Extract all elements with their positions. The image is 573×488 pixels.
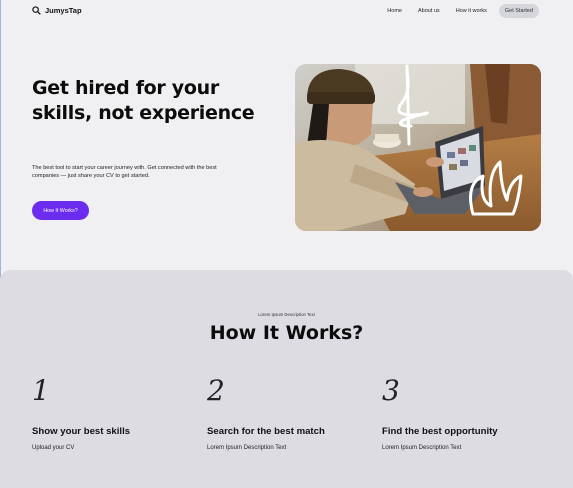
hero-title: Get hired for your skills, not experienc…	[32, 77, 255, 124]
hero-illustration	[295, 64, 541, 231]
step-title: Show your best skills	[32, 426, 131, 437]
get-started-button[interactable]: Get Started	[498, 4, 539, 18]
logo[interactable]: JumysTap	[32, 6, 82, 15]
step-number: 3	[382, 374, 400, 407]
top-nav: JumysTap Home About us How it works Get …	[0, 0, 573, 24]
how-it-works-section: Lorem Ipsum Description Text How It Work…	[0, 270, 573, 488]
hero-image	[295, 64, 541, 231]
how-it-works-button[interactable]: How It Works?	[32, 201, 89, 220]
magnifier-icon	[32, 6, 41, 15]
section-title: How It Works?	[209, 322, 364, 344]
step-text: Lorem Ipsum Description Text	[382, 445, 462, 451]
step-card: 1 Show your best skills Upload your CV	[32, 374, 192, 451]
step-title: Find the best opportunity	[382, 426, 498, 437]
step-number: 2	[207, 374, 225, 407]
step-card: 3 Find the best opportunity Lorem Ipsum …	[382, 374, 542, 451]
hero-description: The best tool to start your career journ…	[32, 165, 217, 179]
nav-link-about-us[interactable]: About us	[418, 8, 440, 14]
step-number: 1	[32, 374, 50, 407]
step-text: Upload your CV	[32, 445, 75, 451]
nav-link-home[interactable]: Home	[387, 8, 402, 14]
step-text: Lorem Ipsum Description Text	[207, 445, 287, 451]
step-title: Search for the best match	[207, 426, 325, 437]
nav-links: Home About us How it works Get Started	[371, 4, 539, 18]
nav-link-how-it-works[interactable]: How it works	[456, 8, 487, 14]
section-kicker: Lorem Ipsum Description Text	[258, 312, 315, 317]
logo-text: JumysTap	[45, 6, 82, 15]
step-card: 2 Search for the best match Lorem Ipsum …	[207, 374, 367, 451]
